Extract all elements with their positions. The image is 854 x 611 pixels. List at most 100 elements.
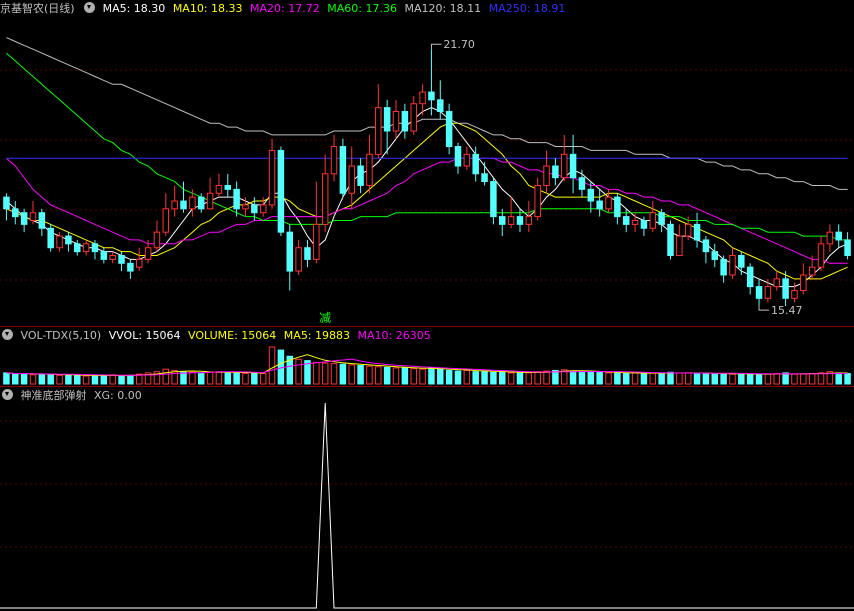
candle[interactable] bbox=[428, 49, 435, 116]
candle[interactable] bbox=[12, 201, 19, 225]
indicator-pane[interactable]: 神准底部弹射 XG: 0.00 bbox=[0, 386, 854, 611]
candle[interactable] bbox=[100, 247, 108, 264]
candle[interactable] bbox=[800, 263, 807, 295]
volume-bar bbox=[596, 371, 603, 385]
candle[interactable] bbox=[534, 177, 541, 221]
candle-body bbox=[490, 181, 497, 218]
candle[interactable] bbox=[667, 220, 674, 260]
candle-body bbox=[711, 251, 719, 260]
candle[interactable] bbox=[702, 236, 710, 264]
candle[interactable] bbox=[321, 154, 329, 233]
candle[interactable] bbox=[375, 84, 382, 159]
candle[interactable] bbox=[135, 247, 143, 272]
candle[interactable] bbox=[711, 243, 719, 268]
candle-body bbox=[755, 286, 763, 299]
candle[interactable] bbox=[844, 232, 851, 260]
volume-bar bbox=[410, 368, 417, 385]
candle-body bbox=[817, 243, 825, 268]
candle[interactable] bbox=[463, 146, 471, 170]
volume-bar bbox=[622, 373, 630, 385]
candle[interactable] bbox=[3, 193, 10, 221]
candle[interactable] bbox=[631, 212, 639, 233]
candle[interactable] bbox=[826, 224, 834, 252]
candle[interactable] bbox=[153, 220, 161, 252]
candle[interactable] bbox=[127, 259, 134, 279]
candle[interactable] bbox=[773, 271, 780, 291]
candle[interactable] bbox=[313, 181, 320, 264]
candle[interactable] bbox=[543, 150, 550, 194]
candle[interactable] bbox=[729, 247, 736, 279]
candle[interactable] bbox=[180, 181, 187, 213]
candle-body bbox=[614, 196, 621, 218]
candle[interactable] bbox=[74, 239, 81, 256]
candle[interactable] bbox=[490, 177, 497, 225]
candle[interactable] bbox=[215, 173, 223, 198]
candle[interactable] bbox=[596, 189, 603, 217]
candle[interactable] bbox=[392, 99, 400, 139]
indicator-chart[interactable] bbox=[0, 387, 854, 611]
candle[interactable] bbox=[560, 134, 568, 182]
candle[interactable] bbox=[383, 99, 391, 155]
candle[interactable] bbox=[649, 201, 657, 233]
candle[interactable] bbox=[38, 208, 46, 237]
candle[interactable] bbox=[286, 224, 294, 291]
candle[interactable] bbox=[481, 162, 488, 186]
volume-bar bbox=[127, 374, 134, 385]
candle[interactable] bbox=[162, 193, 170, 237]
candle[interactable] bbox=[835, 224, 842, 248]
candle[interactable] bbox=[693, 212, 701, 248]
candle-body bbox=[676, 235, 683, 257]
volume-bar bbox=[481, 370, 488, 385]
candle[interactable] bbox=[20, 208, 28, 233]
candle[interactable] bbox=[587, 181, 595, 213]
candle[interactable] bbox=[658, 208, 665, 233]
ma5-label: MA5: 18.30 bbox=[102, 2, 166, 15]
candle[interactable] bbox=[525, 201, 533, 233]
chevron-down-icon[interactable] bbox=[2, 329, 13, 340]
candle[interactable] bbox=[206, 177, 214, 210]
candle[interactable] bbox=[614, 193, 621, 225]
candle[interactable] bbox=[552, 158, 559, 186]
candle[interactable] bbox=[348, 146, 355, 209]
candle[interactable] bbox=[401, 103, 409, 139]
candle[interactable] bbox=[330, 134, 338, 182]
candle[interactable] bbox=[65, 232, 72, 252]
candle[interactable] bbox=[817, 236, 825, 272]
volume-bar bbox=[782, 372, 789, 385]
candle[interactable] bbox=[224, 173, 232, 198]
candle[interactable] bbox=[171, 185, 178, 217]
candle[interactable] bbox=[454, 142, 462, 174]
volume-pane[interactable]: VOL-TDX(5,10) VVOL: 15064 VOLUME: 15064 … bbox=[0, 326, 854, 387]
candle[interactable] bbox=[569, 134, 577, 194]
candle[interactable] bbox=[676, 224, 683, 257]
candle[interactable] bbox=[109, 251, 116, 264]
candle[interactable] bbox=[277, 146, 285, 237]
chevron-down-icon[interactable] bbox=[2, 389, 13, 400]
candlestick-chart[interactable]: 21.70 15.47 减 bbox=[0, 0, 854, 326]
candle-body bbox=[746, 266, 754, 288]
candle[interactable] bbox=[357, 158, 364, 194]
chevron-down-icon[interactable] bbox=[84, 2, 96, 13]
candle-body bbox=[844, 239, 851, 257]
candle[interactable] bbox=[47, 224, 54, 252]
candle[interactable] bbox=[366, 134, 373, 194]
ma250-label: MA250: 18.91 bbox=[488, 2, 566, 15]
candle[interactable] bbox=[82, 239, 90, 256]
candle[interactable] bbox=[304, 239, 311, 268]
candle[interactable] bbox=[410, 95, 417, 135]
candle[interactable] bbox=[746, 263, 754, 295]
candle-body bbox=[224, 184, 232, 190]
candle[interactable] bbox=[189, 189, 196, 217]
candle[interactable] bbox=[339, 138, 347, 198]
candle[interactable] bbox=[445, 103, 453, 155]
candle[interactable] bbox=[29, 201, 37, 225]
candle[interactable] bbox=[720, 255, 727, 283]
candle[interactable] bbox=[295, 239, 302, 275]
candle-body bbox=[419, 91, 426, 105]
candle[interactable] bbox=[268, 138, 276, 209]
price-chart-pane[interactable]: 京基智农(日线) MA5: 18.30 MA10: 18.33 MA20: 17… bbox=[0, 0, 854, 326]
candle-body bbox=[622, 216, 630, 225]
volume-bar bbox=[74, 374, 81, 385]
candle[interactable] bbox=[755, 278, 763, 307]
candle[interactable] bbox=[578, 169, 586, 198]
